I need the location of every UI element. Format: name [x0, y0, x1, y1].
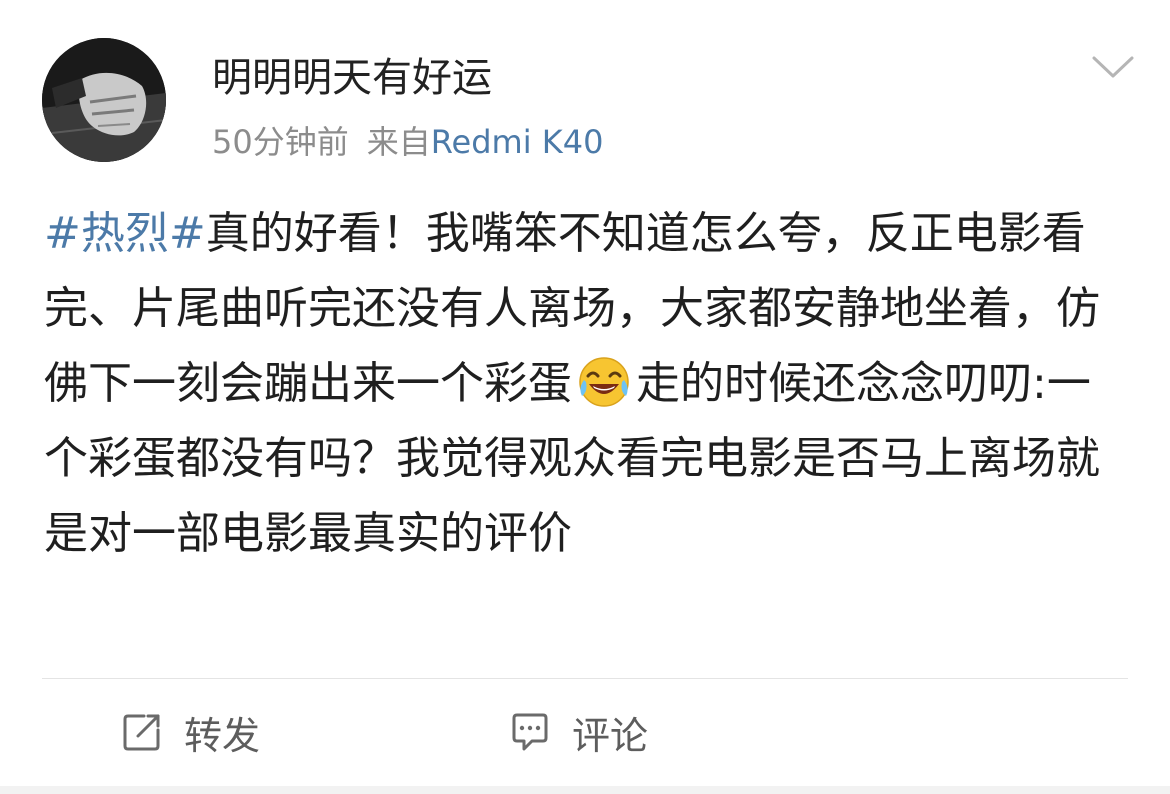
divider: [42, 678, 1128, 679]
repost-button[interactable]: 转发: [120, 700, 260, 764]
topic-tag[interactable]: #热烈#: [44, 208, 206, 259]
repost-label: 转发: [184, 713, 261, 758]
source-prefix: 来自: [366, 123, 431, 161]
post-meta: 50分钟前 来自Redmi K40: [212, 120, 603, 164]
repost-icon: [120, 710, 164, 754]
bottom-separator: [0, 786, 1170, 794]
post-time: 50分钟前: [212, 123, 349, 161]
comment-icon: [508, 710, 552, 754]
source-device[interactable]: Redmi K40: [431, 123, 604, 161]
avatar[interactable]: [42, 38, 166, 162]
comment-label: 评论: [572, 713, 649, 758]
username[interactable]: 明明明天有好运: [212, 52, 492, 104]
chevron-down-icon[interactable]: [1090, 50, 1136, 84]
post-content: #热烈#真的好看！我嘴笨不知道怎么夸，反正电影看完、片尾曲听完还没有人离场，大家…: [44, 196, 1124, 571]
laughing-tears-emoji-icon: [576, 352, 632, 408]
weibo-post-card: 明明明天有好运 50分钟前 来自Redmi K40 #热烈#真的好看！我嘴笨不知道…: [0, 0, 1170, 794]
comment-button[interactable]: 评论: [508, 700, 648, 764]
